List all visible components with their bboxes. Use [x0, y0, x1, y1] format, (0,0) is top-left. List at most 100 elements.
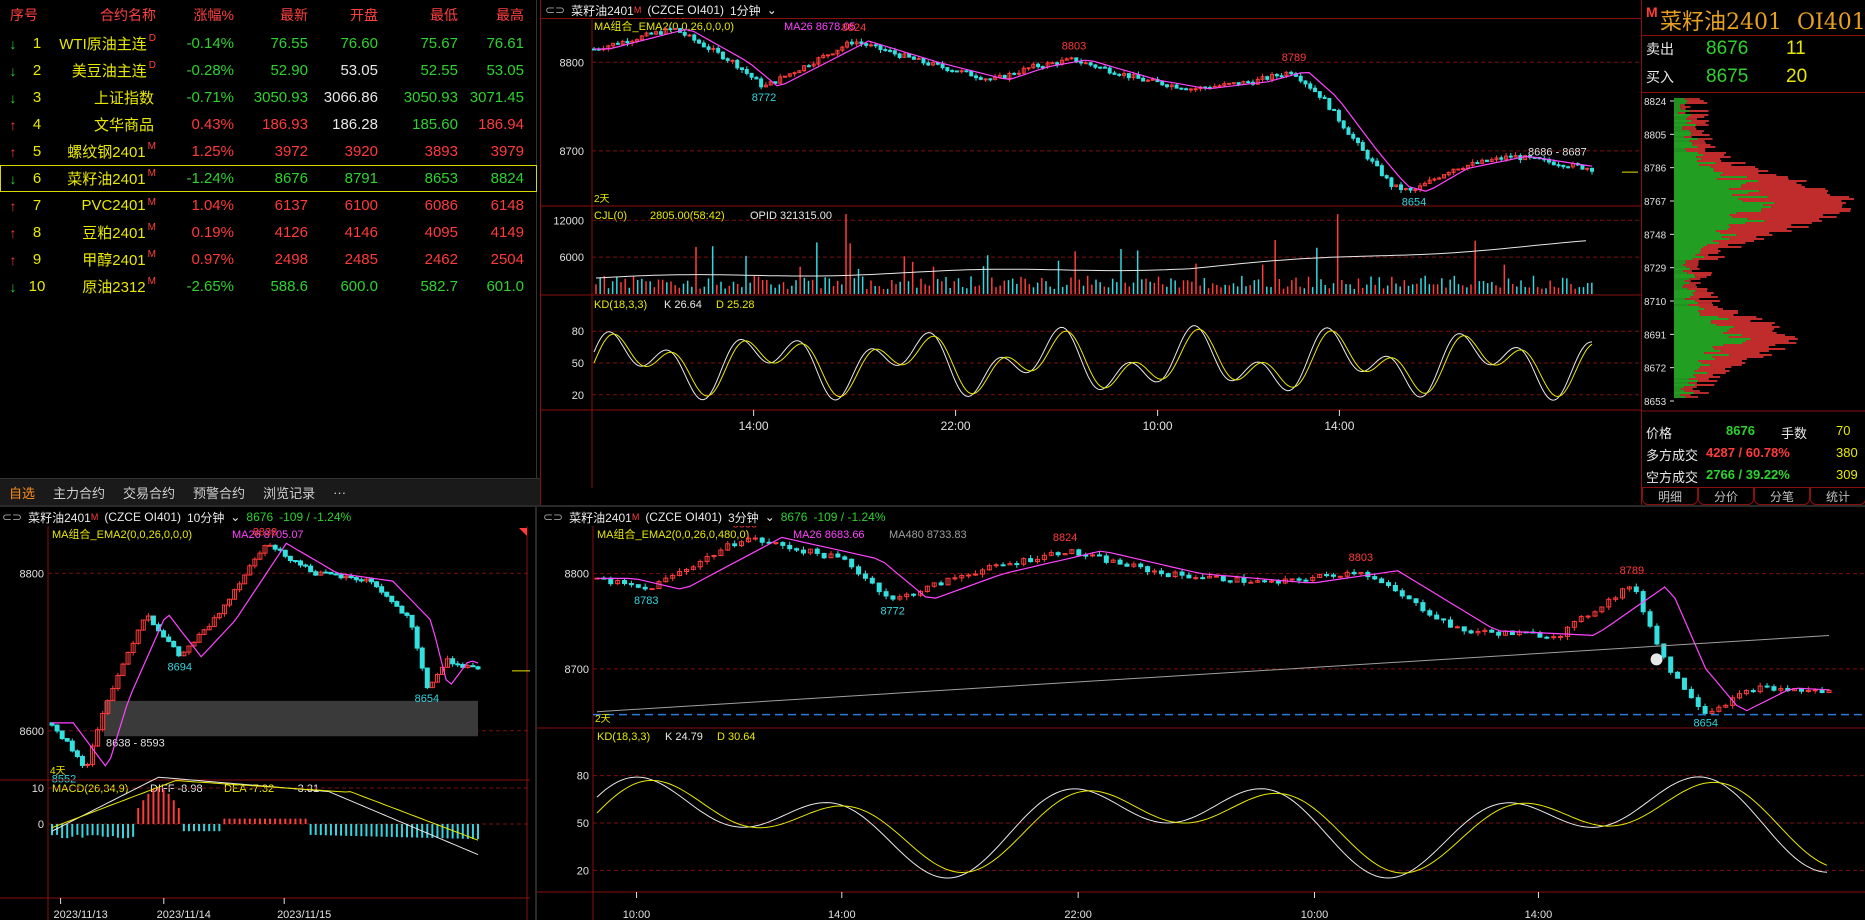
row-change: -1.24% — [186, 170, 234, 187]
short-stat-row: 空方成交 2766 / 39.22% 309 — [1646, 467, 1865, 486]
quote-row[interactable]: ↓ 6 菜籽油2401 M -1.24% 8676 8791 8653 8824 — [0, 165, 537, 192]
col-header-change[interactable]: 涨幅% — [156, 5, 234, 25]
quote-row[interactable]: ↓ 2 美豆油主连 D -0.28% 52.90 53.05 52.55 53.05 — [0, 57, 537, 84]
col-header-no[interactable]: 序号 — [0, 5, 48, 25]
candle-body — [720, 51, 725, 60]
candle-body — [1090, 554, 1096, 557]
row-name: PVC2401 M — [48, 197, 156, 214]
candle-body — [978, 77, 983, 80]
candle-body — [959, 70, 964, 73]
candle-body — [1200, 577, 1206, 580]
candle-body — [1269, 580, 1275, 583]
row-open: 8791 — [344, 170, 378, 187]
peak-label: 8824 — [842, 22, 866, 34]
x-tick: 2023/11/15 — [277, 909, 331, 920]
macd-label: MACD(26,34,9) — [52, 783, 128, 795]
candle-body — [1346, 127, 1351, 135]
col-header-low[interactable]: 最低 — [378, 5, 458, 25]
col-header-high[interactable]: 最高 — [458, 5, 524, 25]
tab-main-contracts[interactable]: 主力合约 — [44, 483, 114, 502]
link-icon[interactable]: ⊂⊃ — [2, 510, 22, 524]
candle-body — [1590, 167, 1594, 172]
peak-label: 8838 — [253, 526, 277, 538]
candle-body — [911, 593, 917, 596]
chevron-down-icon[interactable]: ⌄ — [767, 3, 777, 17]
candle-body — [1544, 636, 1550, 639]
quote-row[interactable]: ↑ 7 PVC2401 M 1.04% 6137 6100 6086 6148 — [0, 192, 537, 219]
candle-body — [945, 67, 950, 72]
arrow-up-icon: ↑ — [9, 116, 17, 133]
row-tag: M — [147, 276, 156, 287]
tab-trade-contracts[interactable]: 交易合约 — [114, 483, 184, 502]
tab-detail[interactable]: 明细 — [1642, 487, 1698, 505]
tab-price-split[interactable]: 分价 — [1698, 487, 1754, 505]
row-low: 185.60 — [412, 116, 458, 133]
col-header-name[interactable]: 合约名称 — [48, 5, 156, 25]
days-label: 4天 — [50, 766, 66, 777]
arrow-down-icon: ↓ — [9, 89, 17, 106]
col-header-open[interactable]: 开盘 — [308, 5, 378, 25]
row-low: 6086 — [424, 197, 458, 214]
col-header-last[interactable]: 最新 — [234, 5, 308, 25]
row-no: 10 — [28, 278, 46, 295]
tab-stats[interactable]: 统计 — [1810, 487, 1865, 505]
chevron-down-icon[interactable]: ⌄ — [230, 510, 240, 524]
candle-body — [1447, 619, 1453, 628]
tab-ticks[interactable]: 分笔 — [1754, 487, 1810, 505]
quote-row[interactable]: ↓ 3 上证指数 -0.71% 3050.93 3066.86 3050.93 3071.45 — [0, 84, 537, 111]
candle-body — [267, 544, 273, 547]
candle-body — [938, 582, 944, 586]
side-symbol: 菜籽油2401 — [1660, 10, 1782, 35]
row-no: 4 — [32, 116, 42, 133]
link-icon[interactable]: ⊂⊃ — [545, 3, 565, 17]
bl-last-price: 8676 — [246, 510, 274, 524]
candle-body — [773, 542, 779, 545]
tab-history[interactable]: 浏览记录 — [254, 483, 324, 502]
row-name: 豆粕2401 M — [48, 222, 156, 243]
row-no: 1 — [32, 35, 42, 52]
quote-row[interactable]: ↑ 5 螺纹钢2401 M 1.25% 3972 3920 3893 3979 — [0, 138, 537, 165]
link-icon[interactable]: ⊂⊃ — [543, 510, 563, 524]
tab-more[interactable]: ··· — [324, 485, 355, 500]
top-chart-symbol[interactable]: 菜籽油2401 — [571, 2, 634, 19]
row-tag: D — [148, 33, 156, 44]
tab-alert-contracts[interactable]: 预警合约 — [184, 483, 254, 502]
candle-body — [1489, 629, 1495, 633]
y-tick-8700: 8700 — [560, 146, 584, 158]
row-no: 8 — [32, 224, 42, 241]
candle-body — [780, 542, 786, 546]
bid-row[interactable]: 买入 8675 20 — [1646, 66, 1865, 88]
quote-row[interactable]: ↓ 1 WTI原油主连 D -0.14% 76.55 76.60 75.67 76.61 — [0, 30, 537, 57]
y-tick-8800: 8800 — [20, 568, 44, 580]
quote-row[interactable]: ↑ 4 文华商品 0.43% 186.93 186.28 185.60 186.94 — [0, 111, 537, 138]
candle-body — [625, 40, 630, 44]
quote-row[interactable]: ↓ 10 原油2312 M -2.65% 588.6 600.0 582.7 601.0 — [0, 273, 537, 300]
top-chart[interactable]: 88008700MA组合_EMA2(0,0,26,0,0,0) MA26 8678… — [540, 18, 1641, 488]
quote-row[interactable]: ↑ 8 豆粕2401 M 0.19% 4126 4146 4095 4149 — [0, 219, 537, 246]
candle-body — [692, 34, 697, 41]
br-chart[interactable]: 8800 8700 MA组合_EMA2(0,0,26,0,480,0) MA26 86… — [537, 526, 1865, 920]
bl-chart-symbol[interactable]: 菜籽油2401 — [28, 509, 91, 526]
quote-row[interactable]: ↑ 9 甲醇2401 M 0.97% 2498 2485 2462 2504 — [0, 246, 537, 273]
br-chart-symbol[interactable]: 菜籽油2401 — [569, 509, 632, 526]
ask-row[interactable]: 卖出 8676 11 — [1646, 38, 1865, 60]
candle-body — [1141, 77, 1146, 82]
row-last: 76.55 — [270, 35, 308, 52]
candle-body — [825, 54, 830, 57]
trough-label: 8772 — [880, 605, 904, 617]
bl-chart-period[interactable]: 10分钟 — [187, 509, 224, 526]
row-name: 螺纹钢2401 M — [48, 141, 156, 162]
top-chart-period[interactable]: 1分钟 — [730, 2, 761, 19]
range-band — [104, 700, 478, 737]
tab-watchlist[interactable]: 自选 — [0, 483, 44, 502]
row-change: 1.25% — [191, 143, 234, 160]
candle-body — [849, 558, 855, 568]
bl-chart[interactable]: 88008600MA组合_EMA2(0,0,26,0,0,0) MA26 8705… — [0, 526, 535, 920]
arrow-up-icon: ↑ — [9, 224, 17, 241]
candle-body — [730, 59, 735, 62]
candle-body — [1360, 142, 1365, 151]
y-tick-8700: 8700 — [565, 664, 589, 676]
candle-body — [1193, 577, 1199, 580]
br-chart-period[interactable]: 3分钟 — [728, 509, 759, 526]
chevron-down-icon[interactable]: ⌄ — [765, 510, 775, 524]
